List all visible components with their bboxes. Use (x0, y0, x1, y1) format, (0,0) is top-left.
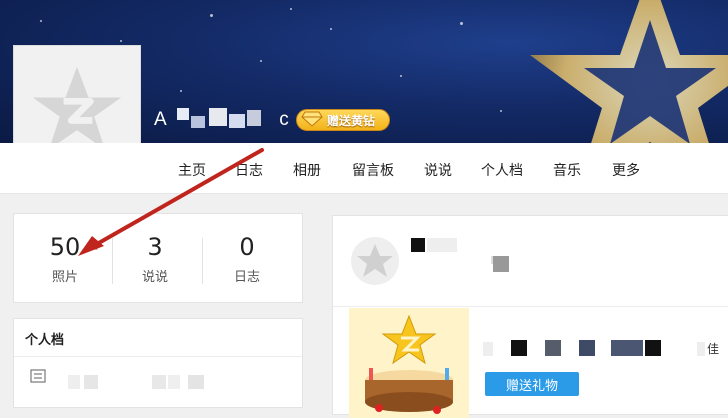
feed-avatar[interactable] (350, 236, 400, 286)
nav-profile[interactable]: 个人档 (481, 160, 523, 180)
gift-yellow-diamond-label: 赠送黄钻 (327, 113, 376, 128)
nav-album[interactable]: 相册 (293, 160, 321, 180)
nav-moods[interactable]: 说说 (424, 160, 452, 180)
nav-more[interactable]: 更多 (612, 160, 640, 180)
stat-photos-count: 50 (49, 233, 81, 261)
truncated-feed-text: 佳 (707, 342, 720, 356)
nav-blog[interactable]: 日志 (235, 160, 263, 180)
stat-photos[interactable]: 50 照片 (20, 232, 110, 285)
stat-moods-count: 3 (147, 233, 163, 261)
gift-yellow-diamond-button[interactable]: 赠送黄钻 (296, 109, 390, 131)
document-icon (30, 369, 46, 383)
birthday-cake-image[interactable] (349, 308, 469, 418)
nav-music[interactable]: 音乐 (553, 160, 581, 180)
yellow-diamond-icon (301, 111, 323, 130)
pixelated-name (173, 106, 273, 134)
glowing-star-decoration (530, 0, 728, 143)
stat-moods-label: 说说 (141, 270, 168, 285)
cake-illustration-icon (349, 308, 469, 418)
username: A c (154, 106, 290, 134)
stats-card: 50 照片 3 说说 0 日志 (13, 213, 303, 303)
pixelated-meta (493, 256, 509, 272)
nav-home[interactable]: 主页 (178, 160, 206, 180)
pixelated-feed-author (411, 238, 495, 264)
divider (14, 356, 302, 357)
profile-title: 个人档 (25, 333, 65, 348)
send-gift-button[interactable]: 赠送礼物 (485, 372, 579, 396)
pixelated-profile-info (68, 375, 204, 389)
profile-card: 个人档 (13, 318, 303, 408)
stat-blogs-count: 0 (239, 233, 255, 261)
divider (333, 306, 728, 307)
stat-blogs[interactable]: 0 日志 (202, 232, 292, 285)
pixelated-feed-text (483, 340, 705, 356)
main-nav: 主页 日志 相册 留言板 说说 个人档 音乐 更多 (0, 143, 728, 194)
stat-blogs-label: 日志 (233, 270, 260, 285)
nav-guestbook[interactable]: 留言板 (352, 160, 394, 180)
feed-card: 佳 赠送礼物 (332, 215, 728, 418)
stat-photos-label: 照片 (51, 270, 78, 285)
stat-moods[interactable]: 3 说说 (110, 232, 200, 285)
